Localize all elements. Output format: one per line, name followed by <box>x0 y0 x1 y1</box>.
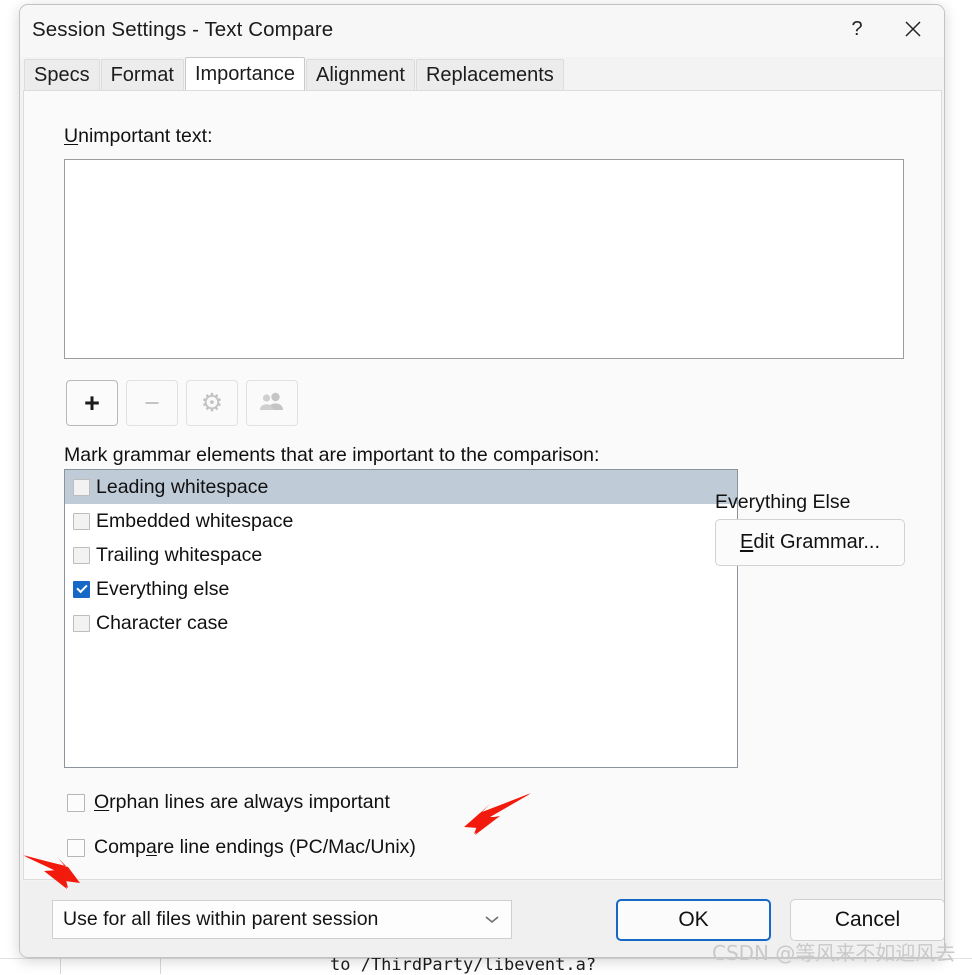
orphan-lines-label: Orphan lines are always important <box>94 791 390 813</box>
gear-icon: ⚙ <box>200 388 224 417</box>
list-item[interactable]: Character case <box>65 606 737 640</box>
unimportant-text-toolbar: + − ⚙ <box>66 380 298 426</box>
share-users-button[interactable] <box>246 380 298 426</box>
unimportant-text-input[interactable] <box>64 159 904 359</box>
list-item[interactable]: Embedded whitespace <box>65 504 737 538</box>
close-icon[interactable] <box>888 5 938 53</box>
plus-icon: + <box>84 387 100 418</box>
tab-importance[interactable]: Importance <box>184 57 305 90</box>
unimportant-text-label: Unimportant text: <box>64 125 213 148</box>
tab-replacements[interactable]: Replacements <box>415 59 564 90</box>
checkbox-embedded-whitespace[interactable] <box>73 512 90 530</box>
unimportant-text-accelerator: U <box>64 125 79 147</box>
checkbox-everything-else[interactable] <box>73 580 90 598</box>
add-button[interactable]: + <box>66 380 118 426</box>
grammar-side-label: Everything Else <box>715 491 851 513</box>
checkbox-trailing-whitespace[interactable] <box>73 546 90 564</box>
background-gutter-line-2 <box>160 958 161 974</box>
scope-dropdown-value: Use for all files within parent session <box>63 908 379 930</box>
edit-grammar-button[interactable]: Edit Grammar... <box>715 519 905 566</box>
list-item-label: Embedded whitespace <box>96 509 294 532</box>
edit-grammar-accelerator: E <box>739 531 754 553</box>
compare-line-endings-option[interactable]: Compare line endings (PC/Mac/Unix) <box>67 836 416 859</box>
tab-alignment[interactable]: Alignment <box>306 59 415 90</box>
background-gutter-line-1 <box>60 958 61 974</box>
list-item-label: Character case <box>96 611 229 634</box>
help-button[interactable]: ? <box>832 5 882 53</box>
grammar-elements-listbox[interactable]: Leading whitespace Embedded whitespace T… <box>64 469 738 768</box>
chevron-down-icon <box>483 908 501 931</box>
list-item-label: Trailing whitespace <box>96 543 263 566</box>
list-item-label: Leading whitespace <box>96 475 269 498</box>
settings-tabstrip: Specs Format Importance Alignment Replac… <box>22 57 944 90</box>
users-icon <box>259 391 285 416</box>
cancel-button[interactable]: Cancel <box>790 899 944 941</box>
minus-icon: − <box>144 387 160 418</box>
list-item[interactable]: Trailing whitespace <box>65 538 737 572</box>
tab-specs[interactable]: Specs <box>24 59 100 90</box>
ok-button[interactable]: OK <box>616 899 771 941</box>
unimportant-text-label-rest: nimportant text: <box>78 125 213 147</box>
grammar-elements-label: Mark grammar elements that are important… <box>64 444 600 466</box>
compare-line-endings-label: Compare line endings (PC/Mac/Unix) <box>94 836 416 858</box>
csdn-watermark: CSDN @等风来不如迎风去 <box>712 941 956 965</box>
tab-format[interactable]: Format <box>100 59 184 90</box>
checkbox-character-case[interactable] <box>73 614 90 632</box>
background-bottom-code-text: to /ThirdParty/libevent.a? <box>330 955 597 975</box>
scope-dropdown[interactable]: Use for all files within parent session <box>52 900 512 939</box>
settings-button[interactable]: ⚙ <box>186 380 238 426</box>
checkbox-leading-whitespace[interactable] <box>73 478 90 496</box>
list-item[interactable]: Leading whitespace <box>65 470 737 504</box>
session-settings-dialog: Session Settings - Text Compare ? Specs … <box>19 4 945 958</box>
dialog-title: Session Settings - Text Compare <box>32 18 334 41</box>
list-item-label: Everything else <box>96 577 230 600</box>
dialog-titlebar: Session Settings - Text Compare ? <box>20 5 944 57</box>
list-item[interactable]: Everything else <box>65 572 737 606</box>
remove-button[interactable]: − <box>126 380 178 426</box>
orphan-lines-option[interactable]: Orphan lines are always important <box>67 791 390 814</box>
importance-tab-panel: Unimportant text: + − ⚙ Mark grammar ele… <box>23 90 942 880</box>
checkbox-compare-line-endings[interactable] <box>67 838 85 857</box>
edit-grammar-label-rest: dit Grammar... <box>753 531 881 553</box>
checkbox-orphan-lines[interactable] <box>67 793 85 812</box>
